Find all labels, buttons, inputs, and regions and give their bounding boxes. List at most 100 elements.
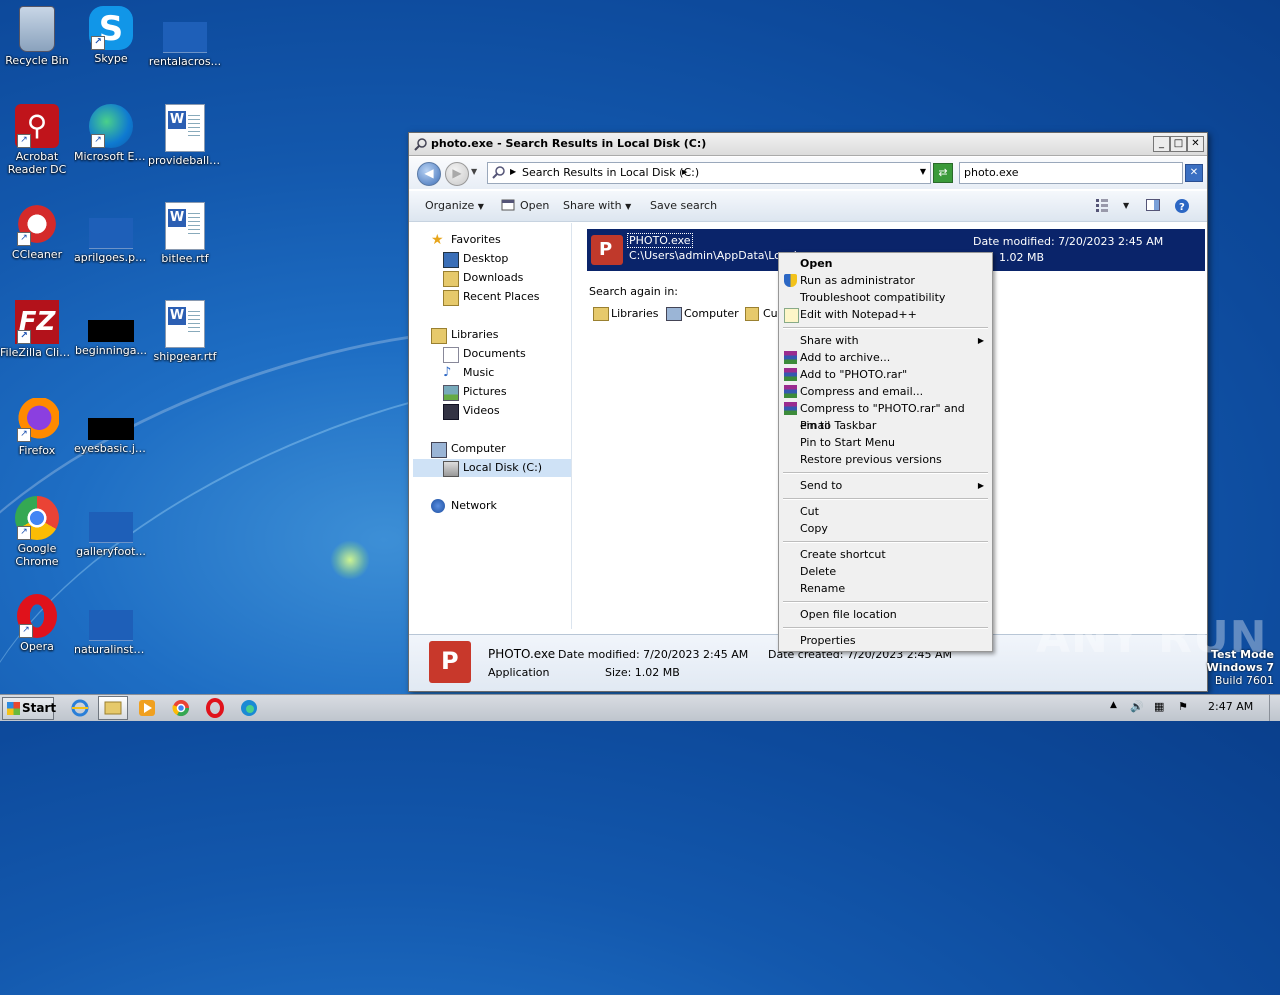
menu-open-file-location[interactable]: Open file location xyxy=(781,606,990,623)
menu-compress-rar-email[interactable]: Compress to "PHOTO.rar" and email xyxy=(781,400,990,432)
menu-run-as-admin[interactable]: Run as administrator xyxy=(781,272,990,289)
network-tray-icon[interactable]: ▦ xyxy=(1154,700,1164,713)
menu-open[interactable]: Open xyxy=(781,255,990,272)
open-button[interactable]: Open xyxy=(520,199,549,212)
nav-desktop[interactable]: Desktop xyxy=(413,250,571,268)
nav-network[interactable]: Network xyxy=(413,497,571,515)
desktop-icon-chrome[interactable]: ↗ Google Chrome xyxy=(0,496,74,568)
powerpoint-icon xyxy=(591,235,623,265)
edge-taskbar-icon[interactable] xyxy=(239,698,259,718)
save-search-button[interactable]: Save search xyxy=(650,199,717,212)
drive-icon xyxy=(443,461,459,477)
menu-rename[interactable]: Rename xyxy=(781,580,990,597)
desktop-icon-recycle-bin[interactable]: Recycle Bin xyxy=(0,6,74,67)
desktop-icon-filezilla[interactable]: FZ ↗ FileZilla Client xyxy=(0,300,74,359)
desktop-icon-edge[interactable]: ↗ Microsoft Edge xyxy=(74,104,148,163)
share-with-button[interactable]: Share with ▼ xyxy=(563,199,631,212)
network-icon xyxy=(431,499,445,513)
menu-cut[interactable]: Cut xyxy=(781,503,990,520)
help-icon[interactable]: ? xyxy=(1174,198,1189,213)
menu-pin-taskbar[interactable]: Pin to Taskbar xyxy=(781,417,990,434)
desktop-icon-provideball[interactable]: provideball.rtf xyxy=(148,104,222,167)
nav-videos[interactable]: Videos xyxy=(413,402,571,420)
desktop-icon-ccleaner[interactable]: ↗ CCleaner xyxy=(0,202,74,261)
result-filename: PHOTO.exe xyxy=(627,233,693,248)
desktop-icon-skype[interactable]: S ↗ Skype xyxy=(74,6,148,65)
maximize-button[interactable]: □ xyxy=(1170,136,1187,152)
menu-create-shortcut[interactable]: Create shortcut xyxy=(781,546,990,563)
clock[interactable]: 2:47 AM xyxy=(1208,700,1253,713)
details-date-modified: Date modified: 7/20/2023 2:45 AM xyxy=(558,648,749,661)
view-dropdown-icon[interactable]: ▼ xyxy=(1123,201,1129,210)
word-document-icon xyxy=(165,202,205,250)
word-document-icon xyxy=(165,300,205,348)
chrome-taskbar-icon[interactable] xyxy=(171,698,191,718)
preview-pane-icon[interactable] xyxy=(1146,198,1160,212)
menu-troubleshoot[interactable]: Troubleshoot compatibility xyxy=(781,289,990,306)
forward-button[interactable]: ▶ xyxy=(445,162,469,186)
menu-restore-versions[interactable]: Restore previous versions xyxy=(781,451,990,468)
desktop-icon-rentalacros[interactable]: rentalacros... xyxy=(148,6,222,68)
svg-text:?: ? xyxy=(1179,202,1185,213)
clear-search-button[interactable]: ✕ xyxy=(1185,164,1203,182)
menu-properties[interactable]: Properties xyxy=(781,632,990,649)
ie-taskbar-icon[interactable] xyxy=(70,698,90,718)
back-button[interactable]: ◀ xyxy=(417,162,441,186)
winrar-icon xyxy=(784,368,797,381)
libraries-icon xyxy=(593,307,609,321)
menu-edit-notepadpp[interactable]: Edit with Notepad++ xyxy=(781,306,990,323)
test-mode-notice: Test Mode Windows 7 Build 7601 xyxy=(1206,648,1274,687)
nav-favorites[interactable]: ★ Favorites xyxy=(413,231,571,249)
nav-documents[interactable]: Documents xyxy=(413,345,571,363)
address-box[interactable]: ▶ Search Results in Local Disk (C:) ▶ ▼ xyxy=(487,162,931,184)
menu-add-to-rar[interactable]: Add to "PHOTO.rar" xyxy=(781,366,990,383)
search-input[interactable] xyxy=(964,166,1174,179)
minimize-button[interactable]: _ xyxy=(1153,136,1170,152)
refresh-button[interactable]: ⇄ xyxy=(933,163,953,183)
star-icon: ★ xyxy=(431,232,444,248)
breadcrumb-dropdown-icon[interactable]: ▶ xyxy=(682,168,687,176)
desktop-icon-shipgear[interactable]: shipgear.rtf xyxy=(148,300,222,363)
desktop-icon-acrobat[interactable]: ⚲ ↗ Acrobat Reader DC xyxy=(0,104,74,176)
desktop-icon-opera[interactable]: ↗ Opera xyxy=(0,594,74,653)
menu-share-with[interactable]: Share with ▶ xyxy=(781,332,990,349)
menu-compress-email[interactable]: Compress and email... xyxy=(781,383,990,400)
organize-button[interactable]: Organize ▼ xyxy=(425,199,484,212)
desktop-icon-eyesbasic[interactable]: eyesbasic.jpg xyxy=(74,398,148,455)
address-dropdown-icon[interactable]: ▼ xyxy=(920,167,926,176)
media-player-taskbar-icon[interactable] xyxy=(137,698,157,718)
desktop-icon-bitlee[interactable]: bitlee.rtf xyxy=(148,202,222,265)
desktop-icon-firefox[interactable]: ↗ Firefox xyxy=(0,398,74,457)
nav-libraries[interactable]: Libraries xyxy=(413,326,571,344)
menu-copy[interactable]: Copy xyxy=(781,520,990,537)
address-bar-area: ◀ ▶ ▼ ▶ Search Results in Local Disk (C:… xyxy=(409,157,1207,189)
action-center-flag-icon[interactable]: ⚑ xyxy=(1178,700,1188,713)
desktop-icon-galleryfoot[interactable]: galleryfoot... xyxy=(74,496,148,558)
desktop-icon-aprilgoes[interactable]: aprilgoes.png xyxy=(74,202,148,264)
recent-pages-chevron-icon[interactable]: ▼ xyxy=(471,167,477,176)
nav-recent-places[interactable]: Recent Places xyxy=(413,288,571,306)
view-options-icon[interactable] xyxy=(1095,198,1109,212)
search-box[interactable] xyxy=(959,162,1183,184)
breadcrumb-chevron-icon[interactable]: ▶ xyxy=(510,167,516,176)
menu-add-to-archive[interactable]: Add to archive... xyxy=(781,349,990,366)
nav-computer[interactable]: Computer xyxy=(413,440,571,458)
explorer-taskbar-button[interactable] xyxy=(98,696,128,720)
title-bar[interactable]: photo.exe - Search Results in Local Disk… xyxy=(409,133,1207,156)
volume-icon[interactable]: 🔊 xyxy=(1130,700,1144,713)
menu-pin-start[interactable]: Pin to Start Menu xyxy=(781,434,990,451)
opera-taskbar-icon[interactable] xyxy=(205,698,225,718)
start-button[interactable]: Start xyxy=(2,697,56,720)
show-desktop-button[interactable] xyxy=(1269,695,1280,721)
desktop-icon-beginninga[interactable]: beginninga... xyxy=(74,300,148,357)
menu-send-to[interactable]: Send to ▶ xyxy=(781,477,990,494)
desktop-icon-naturalinste[interactable]: naturalinste... xyxy=(74,594,148,656)
nav-pictures[interactable]: Pictures xyxy=(413,383,571,401)
nav-local-disk[interactable]: Local Disk (C:) xyxy=(413,459,571,477)
nav-music[interactable]: ♪ Music xyxy=(413,364,571,382)
nav-downloads[interactable]: Downloads xyxy=(413,269,571,287)
close-button[interactable]: ✕ xyxy=(1187,136,1204,152)
breadcrumb[interactable]: Search Results in Local Disk (C:) xyxy=(522,166,699,179)
show-hidden-icons-icon[interactable]: ▲ xyxy=(1110,700,1117,710)
menu-delete[interactable]: Delete xyxy=(781,563,990,580)
